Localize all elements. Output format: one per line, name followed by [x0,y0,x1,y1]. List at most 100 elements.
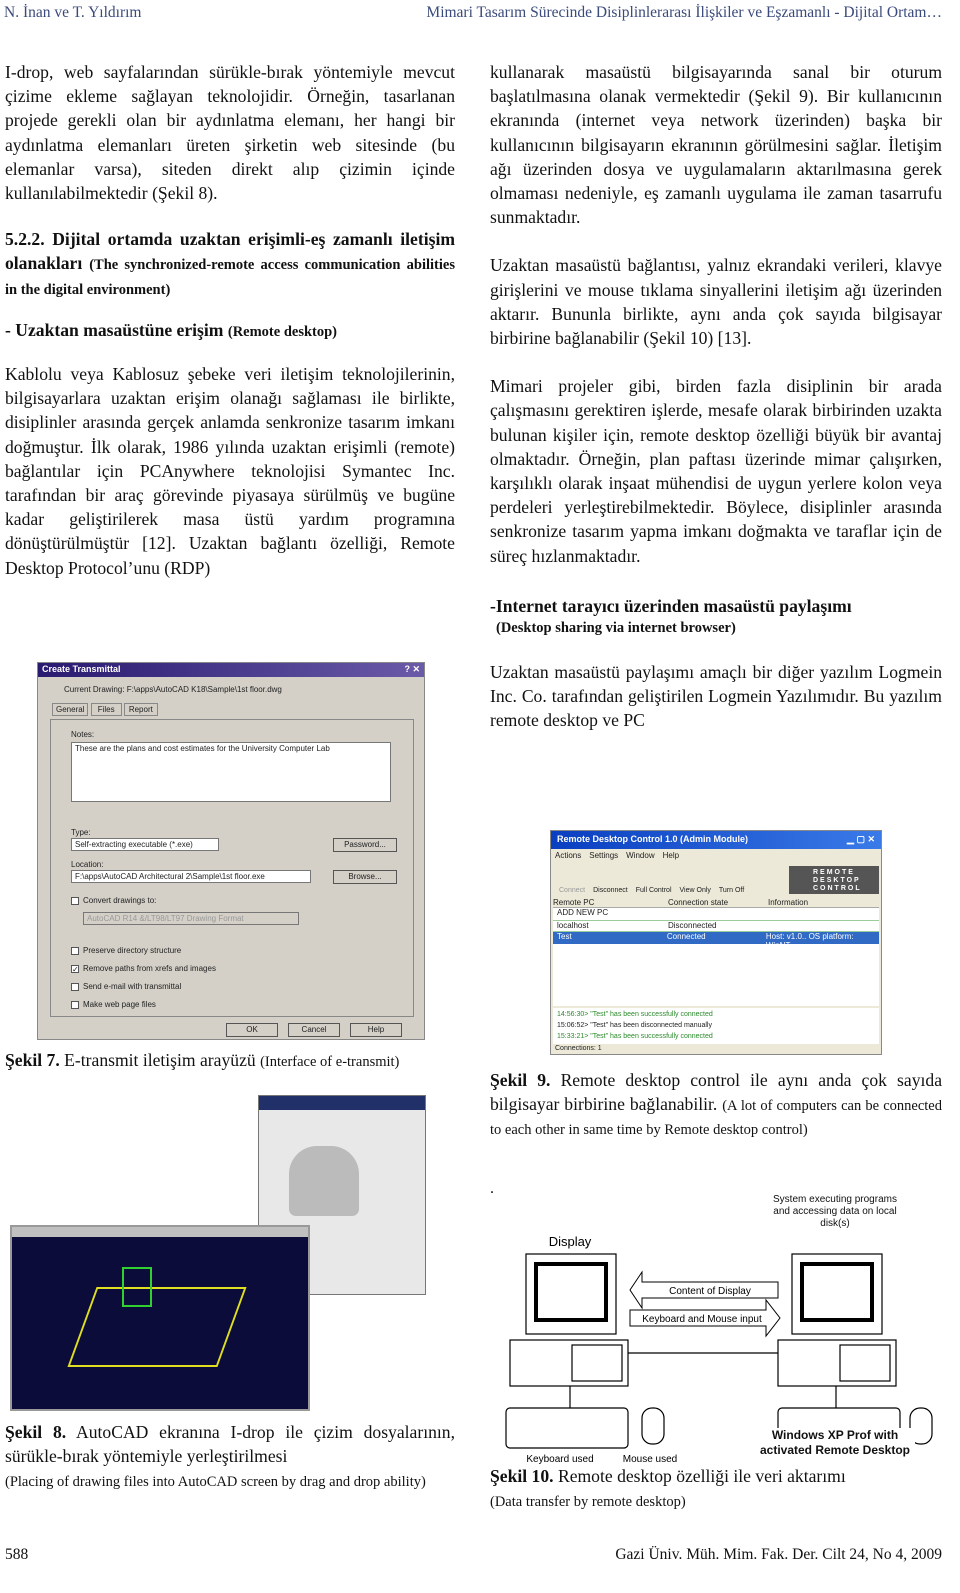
window-title: Remote Desktop Control 1.0 (Admin Module… [557,834,749,844]
right-column: kullanarak masaüstü bilgisayarında sanal… [490,60,942,733]
pc-list: Remote PC Connection state Information A… [553,898,879,1006]
green-object [122,1267,152,1307]
pc-info: Host: v1.0.. OS platform: WinNT [765,932,854,950]
status-bar: Connections: 1 [555,1045,602,1052]
section-heading: 5.2.2. Dijital ortamda uzaktan erişimli-… [5,227,455,300]
checkbox-icon [71,1000,79,1009]
paragraph: Kablolu veya Kablosuz şebeke veri iletiş… [5,364,455,578]
menu-bar: Actions Settings Window Help [551,849,881,862]
tab-report[interactable]: Report [123,703,158,716]
paragraph: Mimari projeler gibi, birden fazla disip… [490,376,942,566]
figure-8-caption: Şekil 8. AutoCAD ekranına I-drop ile çiz… [5,1420,455,1493]
column-connection-state[interactable]: Connection state [668,898,768,907]
cancel-button[interactable]: Cancel [288,1023,340,1037]
autocad-toolbar [12,1227,308,1237]
column-information[interactable]: Information [768,898,808,907]
running-header-authors: N. İnan ve T. Yıldırım [4,4,142,21]
figure-9-caption: Şekil 9. Remote desktop control ile aynı… [490,1068,942,1141]
log-entry: 15:33:21> "Test" has been successfully c… [557,1033,713,1040]
type-label: Type: [71,828,91,837]
caption-title: Remote desktop özelliği ile veri aktarım… [557,1466,846,1486]
subheading: - Uzaktan masaüstüne erişim (Remote desk… [5,318,455,342]
caption-label: Şekil 10. [490,1466,554,1486]
pc-name: ADD NEW PC [557,908,609,917]
figure-10-caption: Şekil 10. Remote desktop özelliği ile ve… [490,1464,942,1512]
paragraph: I-drop, web sayfalarından sürükle-bırak … [5,62,455,204]
pc-name: localhost [557,921,589,930]
menu-settings[interactable]: Settings [589,851,618,860]
paragraph: Uzaktan masaüstü paylaşımı amaçlı bir di… [490,662,942,731]
list-item[interactable]: localhost Disconnected [553,920,879,932]
caption-en: (Interface of e-transmit) [260,1054,400,1070]
option-web-page[interactable]: Make web page files [71,996,216,1014]
caption-label: Şekil 9. [490,1070,551,1090]
dialog-titlebar: Create Transmittal ? ✕ [38,663,424,677]
checkbox-checked-icon: ✓ [71,964,79,974]
figure-7-caption: Şekil 7. E-transmit iletişim arayüzü (In… [5,1048,455,1072]
caption-label: Şekil 8. [5,1422,67,1442]
notes-label: Notes: [71,730,95,739]
convert-format-select[interactable]: AutoCAD R14 &/LT98/LT97 Drawing Format [83,912,299,925]
option-send-email[interactable]: Send e-mail with transmittal [71,978,216,996]
full-control-button[interactable]: Full Control [636,887,672,894]
subheading-en: (Remote desktop) [227,323,337,340]
paragraph: kullanarak masaüstü bilgisayarında sanal… [490,62,942,228]
password-button[interactable]: Password... [333,838,397,852]
subheading-text: - Uzaktan masaüstüne erişim [5,319,224,340]
options-list: Preserve directory structure ✓ Remove pat… [71,942,216,1014]
caption-label: Şekil 7. [5,1050,60,1070]
checkbox-icon [71,896,79,905]
subheading-en: (Desktop sharing via internet browser) [496,620,736,637]
tab-general[interactable]: General [52,703,89,716]
3d-wireframe [67,1287,247,1367]
convert-label: Convert drawings to: [83,896,157,905]
column-remote-pc[interactable]: Remote PC [553,898,668,907]
paragraph: Uzaktan masaüstü bağlantısı, yalnız ekra… [490,255,942,349]
figure-8-autocad-screenshot [10,1095,426,1411]
menu-window[interactable]: Window [626,851,654,860]
help-close-icons[interactable]: ? ✕ [404,664,420,675]
left-column: I-drop, web sayfalarından sürükle-bırak … [5,60,455,580]
option-label: Remove paths from xrefs and images [83,964,216,973]
label-winxp: Windows XP Prof with activated Remote De… [755,1428,915,1458]
tab-panel: Notes: These are the plans and cost esti… [50,719,414,1017]
browse-button[interactable]: Browse... [333,870,397,884]
option-label: Make web page files [83,1000,156,1009]
pc-state: Connected [666,932,706,941]
list-item[interactable]: ADD NEW PC [553,908,879,920]
tabs: General Files Report [52,703,158,716]
option-remove-paths[interactable]: ✓ Remove paths from xrefs and images [71,960,216,978]
pc-name: Test [557,932,572,941]
log-entry: 15:06:52> "Test" has been disconnected m… [557,1022,712,1029]
list-item-selected[interactable]: Test Connected Host: v1.0.. OS platform: W… [553,932,879,950]
option-preserve[interactable]: Preserve directory structure [71,942,216,960]
window-controls-icon[interactable]: ▁ ▢ ✕ [847,834,875,845]
menu-actions[interactable]: Actions [555,851,581,860]
turn-off-button[interactable]: Turn Off [719,887,744,894]
journal-citation: Gazi Üniv. Müh. Mim. Fak. Der. Cilt 24, … [615,1546,942,1563]
dialog-title: Create Transmittal [42,664,121,674]
option-label: Send e-mail with transmittal [83,982,182,991]
page-number: 588 [5,1546,29,1563]
type-select[interactable]: Self-extracting executable (*.exe) [71,838,219,851]
label-content: Content of Display [669,1286,751,1297]
menu-help[interactable]: Help [663,851,679,860]
tab-files[interactable]: Files [90,703,122,716]
connect-button[interactable]: Connect [559,887,585,894]
caption-title: E-transmit iletişim arayüzü [64,1050,256,1070]
help-button[interactable]: Help [350,1023,402,1037]
location-select[interactable]: F:\apps\AutoCAD Architectural 2\Sample\1… [71,870,311,883]
caption-en: (Placing of drawing files into AutoCAD s… [5,1474,426,1491]
ok-button[interactable]: OK [226,1023,278,1037]
pc-state: Disconnected [668,921,717,930]
label-system: System executing programs and accessing … [773,1194,897,1229]
running-header-title: Mimari Tasarım Sürecinde Disiplinleraras… [426,4,942,21]
browser-titlebar [259,1096,425,1110]
disconnect-button[interactable]: Disconnect [593,887,628,894]
current-drawing: Current Drawing: F:\apps\AutoCAD K18\Sam… [64,685,282,694]
convert-checkbox[interactable]: Convert drawings to: [71,896,156,905]
notes-textarea[interactable]: These are the plans and cost estimates f… [71,742,391,802]
view-only-button[interactable]: View Only [680,887,711,894]
subheading: -Internet tarayıcı üzerinden masaüstü pa… [490,595,852,616]
remote-desktop-control-window: Remote Desktop Control 1.0 (Admin Module… [550,830,882,1055]
